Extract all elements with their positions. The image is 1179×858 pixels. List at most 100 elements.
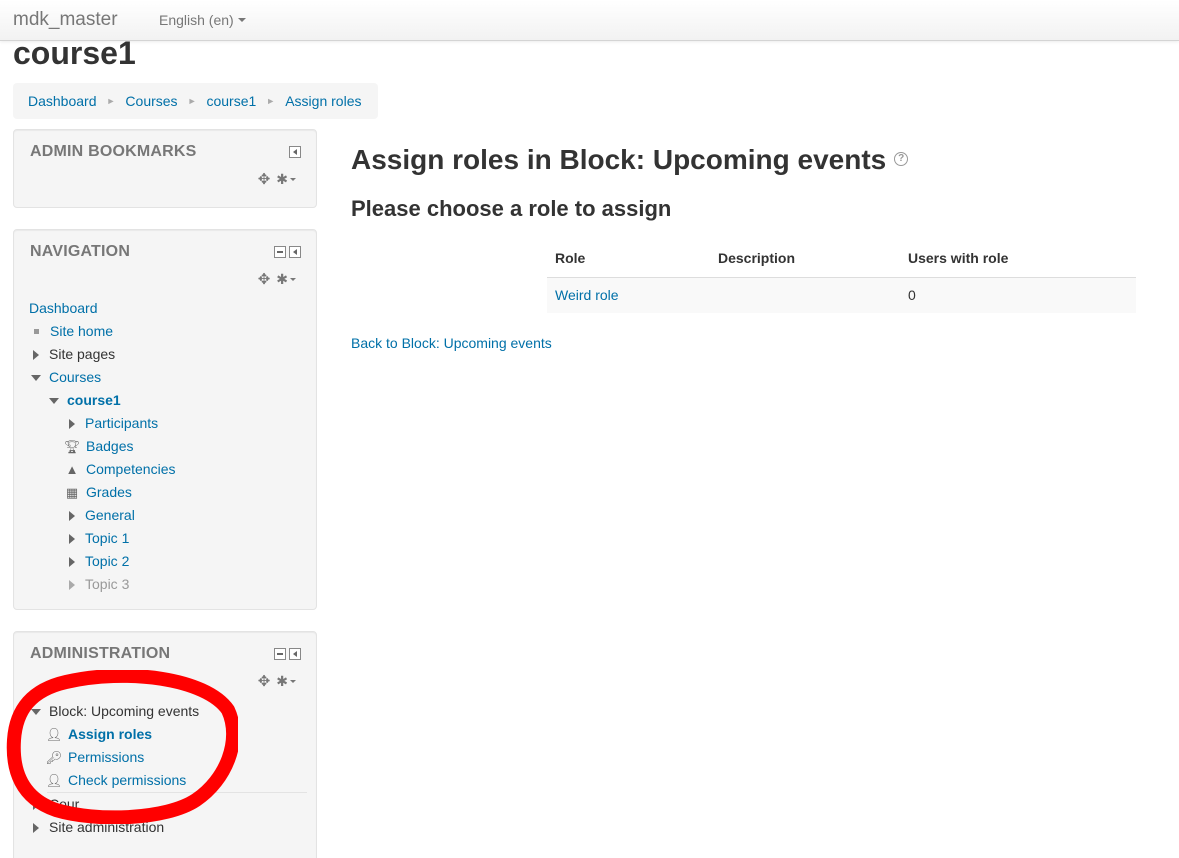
chevron-down-icon bbox=[290, 178, 296, 182]
nav-label[interactable]: Site home bbox=[50, 320, 113, 343]
nav-label[interactable]: Courses bbox=[49, 366, 101, 389]
trophy-icon: 🏆︎ bbox=[63, 439, 81, 454]
collapse-arrow-icon[interactable] bbox=[31, 708, 41, 715]
admin-label[interactable]: Site administration bbox=[49, 816, 164, 839]
admin-item-check-permissions[interactable]: 👤︎ Check permissions bbox=[29, 769, 307, 792]
nav-item-course1[interactable]: course1 bbox=[29, 389, 176, 412]
dock-icon[interactable] bbox=[289, 146, 301, 158]
nav-label[interactable]: Topic 2 bbox=[85, 550, 129, 573]
gear-icon[interactable]: ✱ bbox=[276, 673, 296, 690]
nav-item-site-home[interactable]: Site home bbox=[29, 320, 176, 343]
block-controls bbox=[274, 246, 301, 258]
expand-arrow-icon[interactable] bbox=[33, 822, 39, 833]
chevron-down-icon bbox=[290, 680, 296, 684]
block-actions: ✥ ✱ bbox=[258, 672, 296, 690]
chevron-down-icon bbox=[290, 278, 296, 282]
page-title: course1 bbox=[13, 35, 136, 71]
dock-icon[interactable] bbox=[289, 648, 301, 660]
admin-item-permissions[interactable]: 🔑︎ Permissions bbox=[29, 746, 307, 769]
expand-arrow-icon[interactable] bbox=[69, 533, 75, 544]
nav-label[interactable]: Site pages bbox=[49, 343, 115, 366]
admin-item-block-upcoming-events[interactable]: Block: Upcoming events bbox=[29, 700, 307, 723]
nav-label[interactable]: Grades bbox=[86, 481, 132, 504]
admin-label[interactable]: Cour bbox=[49, 793, 79, 816]
move-icon[interactable]: ✥ bbox=[258, 672, 271, 690]
column-header-role: Role bbox=[547, 240, 710, 278]
nav-label[interactable]: Topic 3 bbox=[85, 573, 129, 596]
site-brand[interactable]: mdk_master bbox=[13, 9, 118, 31]
dock-icon[interactable] bbox=[289, 246, 301, 258]
expand-arrow-icon[interactable] bbox=[69, 579, 75, 590]
admin-item-site-administration[interactable]: Site administration bbox=[29, 816, 307, 839]
nav-label[interactable]: Dashboard bbox=[29, 297, 98, 320]
block-actions: ✥ ✱ bbox=[258, 170, 296, 188]
role-cell: Weird role bbox=[547, 277, 710, 313]
back-link[interactable]: Back to Block: Upcoming events bbox=[351, 335, 552, 351]
roles-table: Role Description Users with role Weird r… bbox=[547, 240, 1136, 313]
nav-item-topic-2[interactable]: Topic 2 bbox=[29, 550, 176, 573]
expand-arrow-icon[interactable] bbox=[33, 349, 39, 360]
block-actions: ✥ ✱ bbox=[258, 270, 296, 288]
nav-item-topic-1[interactable]: Topic 1 bbox=[29, 527, 176, 550]
gear-icon[interactable]: ✱ bbox=[276, 171, 296, 188]
breadcrumb-separator-icon: ► bbox=[187, 96, 197, 106]
breadcrumb-assign-roles[interactable]: Assign roles bbox=[285, 93, 361, 109]
admin-label[interactable]: Assign roles bbox=[68, 723, 152, 746]
role-link[interactable]: Weird role bbox=[555, 287, 619, 303]
main-heading: Assign roles in Block: Upcoming events? bbox=[351, 143, 909, 177]
sub-heading: Please choose a role to assign bbox=[351, 196, 672, 221]
nav-item-competencies[interactable]: ▲ Competencies bbox=[29, 458, 176, 481]
nav-item-dashboard[interactable]: Dashboard bbox=[29, 297, 176, 320]
block-title: NAVIGATION bbox=[30, 243, 131, 260]
block-title: ADMINISTRATION bbox=[30, 645, 171, 662]
table-row: Weird role 0 bbox=[547, 277, 1136, 313]
admin-label[interactable]: Permissions bbox=[68, 746, 144, 769]
language-menu[interactable]: English ‎(en)‎ bbox=[159, 12, 246, 28]
nav-item-participants[interactable]: Participants bbox=[29, 412, 176, 435]
nav-item-grades[interactable]: ▦ Grades bbox=[29, 481, 176, 504]
help-icon[interactable]: ? bbox=[894, 151, 909, 166]
nav-item-site-pages[interactable]: Site pages bbox=[29, 343, 176, 366]
admin-label[interactable]: Block: Upcoming events bbox=[49, 700, 199, 723]
expand-arrow-icon[interactable] bbox=[69, 556, 75, 567]
collapse-arrow-icon[interactable] bbox=[31, 374, 41, 381]
move-icon[interactable]: ✥ bbox=[258, 170, 271, 188]
admin-label[interactable]: Check permissions bbox=[68, 769, 186, 792]
breadcrumb-courses[interactable]: Courses bbox=[125, 93, 177, 109]
nav-label[interactable]: Topic 1 bbox=[85, 527, 129, 550]
move-icon[interactable]: ✥ bbox=[258, 270, 271, 288]
user-add-icon: 👤︎ bbox=[45, 727, 63, 742]
nav-label[interactable]: Badges bbox=[86, 435, 133, 458]
competencies-icon: ▲ bbox=[65, 462, 79, 477]
block-controls bbox=[289, 146, 301, 158]
bullet-icon bbox=[34, 329, 39, 334]
expand-arrow-icon[interactable] bbox=[69, 418, 75, 429]
expand-arrow-icon[interactable] bbox=[69, 510, 75, 521]
nav-item-topic-3[interactable]: Topic 3 bbox=[29, 573, 176, 596]
chevron-down-icon bbox=[237, 18, 246, 23]
nav-item-general[interactable]: General bbox=[29, 504, 176, 527]
breadcrumb-dashboard[interactable]: Dashboard bbox=[28, 93, 97, 109]
nav-item-courses[interactable]: Courses bbox=[29, 366, 176, 389]
grades-table-icon: ▦ bbox=[65, 485, 79, 500]
gear-icon[interactable]: ✱ bbox=[276, 271, 296, 288]
minimize-icon[interactable] bbox=[274, 648, 286, 660]
admin-item-assign-roles[interactable]: 👤︎ Assign roles bbox=[29, 723, 307, 746]
nav-label[interactable]: Participants bbox=[85, 412, 158, 435]
minimize-icon[interactable] bbox=[274, 246, 286, 258]
collapse-arrow-icon[interactable] bbox=[49, 397, 59, 404]
nav-label[interactable]: Competencies bbox=[86, 458, 176, 481]
language-label: English ‎(en)‎ bbox=[159, 12, 234, 28]
back-link-text[interactable]: Back to Block: Upcoming events bbox=[351, 335, 552, 351]
navigation-tree: Dashboard Site home Site pages Courses c… bbox=[29, 297, 176, 596]
key-icon: 🔑︎ bbox=[45, 750, 63, 765]
expand-arrow-icon[interactable] bbox=[33, 799, 39, 810]
breadcrumb-course1[interactable]: course1 bbox=[206, 93, 256, 109]
description-cell bbox=[710, 277, 900, 313]
admin-item-course-administration[interactable]: Cour bbox=[29, 793, 307, 816]
breadcrumb-separator-icon: ► bbox=[266, 96, 276, 106]
nav-label[interactable]: course1 bbox=[67, 389, 121, 412]
nav-item-badges[interactable]: 🏆︎ Badges bbox=[29, 435, 176, 458]
column-header-description: Description bbox=[710, 240, 900, 278]
nav-label[interactable]: General bbox=[85, 504, 135, 527]
